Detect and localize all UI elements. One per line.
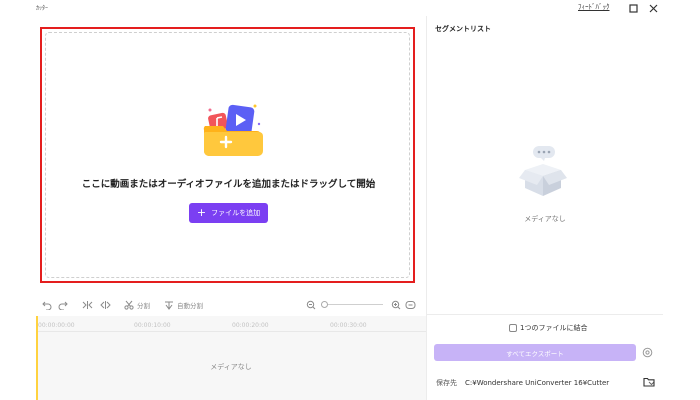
app-title: ｶｯﾀｰ bbox=[36, 5, 49, 12]
dropzone[interactable]: ここに動画またはオーディオファイルを追加またはドラッグして開始 + ファイルを追… bbox=[45, 32, 410, 278]
close-icon[interactable] bbox=[646, 1, 660, 15]
add-file-label: ファイルを追加 bbox=[211, 209, 261, 217]
playhead[interactable] bbox=[36, 316, 38, 400]
redo-icon[interactable] bbox=[58, 298, 68, 312]
timeline-tick: 00:00:00:00 bbox=[38, 322, 75, 329]
auto-split-icon bbox=[165, 301, 173, 310]
merge-option[interactable]: 1つのファイルに結合 bbox=[509, 323, 587, 333]
export-all-button[interactable]: すべてエクスポート bbox=[434, 344, 636, 361]
save-location-row: 保存先 C:¥Wondershare UniConverter 16¥Cutte… bbox=[436, 376, 658, 390]
save-path-value: C:¥Wondershare UniConverter 16¥Cutter bbox=[465, 379, 610, 387]
scissors-icon bbox=[124, 300, 134, 310]
divider bbox=[427, 314, 663, 315]
merge-checkbox[interactable] bbox=[509, 324, 517, 332]
save-location-label: 保存先 bbox=[436, 379, 457, 387]
zoom-in-icon[interactable] bbox=[391, 298, 401, 312]
merge-label: 1つのファイルに結合 bbox=[520, 324, 588, 332]
empty-box-icon bbox=[519, 146, 567, 196]
save-path-select[interactable]: C:¥Wondershare UniConverter 16¥Cutter bbox=[462, 376, 658, 390]
maximize-icon[interactable] bbox=[626, 1, 640, 15]
fit-icon[interactable] bbox=[405, 298, 416, 312]
auto-split-button[interactable]: 自動分割 bbox=[164, 298, 203, 312]
media-folder-icon bbox=[203, 104, 263, 156]
split-left-icon[interactable] bbox=[82, 298, 93, 312]
split-button[interactable]: 分割 bbox=[124, 298, 150, 312]
plus-icon: + bbox=[196, 206, 207, 219]
edit-toolbar: 分割 自動分割 bbox=[36, 297, 426, 313]
segment-empty-label: メディアなし bbox=[524, 215, 566, 223]
auto-split-label: 自動分割 bbox=[177, 302, 203, 310]
split-right-icon[interactable] bbox=[100, 298, 111, 312]
add-file-button[interactable]: + ファイルを追加 bbox=[189, 203, 268, 223]
undo-icon[interactable] bbox=[42, 298, 52, 312]
timeline-tick: 00:00:30:00 bbox=[330, 322, 367, 329]
zoom-slider[interactable] bbox=[321, 304, 383, 305]
segment-panel: セグメントリスト メディアなし 1つのファイルに結合 すべてエクスポート 保存先… bbox=[426, 16, 700, 400]
feedback-link[interactable]: ﾌｨｰﾄﾞﾊﾞｯｸ bbox=[578, 2, 610, 12]
timeline[interactable]: 00:00:00:00 00:00:10:00 00:00:20:00 00:0… bbox=[36, 316, 426, 400]
preview-panel: ここに動画またはオーディオファイルを追加またはドラッグして開始 + ファイルを追… bbox=[36, 22, 426, 292]
timeline-tick: 00:00:20:00 bbox=[232, 322, 269, 329]
dropzone-instruction: ここに動画またはオーディオファイルを追加またはドラッグして開始 bbox=[81, 179, 376, 190]
timeline-empty-label: メディアなし bbox=[210, 363, 252, 371]
split-label: 分割 bbox=[137, 302, 150, 310]
timeline-ruler bbox=[36, 331, 426, 332]
settings-icon[interactable] bbox=[641, 346, 653, 358]
dropzone-highlight: ここに動画またはオーディオファイルを追加またはドラッグして開始 + ファイルを追… bbox=[40, 27, 415, 283]
title-bar: ｶｯﾀｰ ﾌｨｰﾄﾞﾊﾞｯｸ bbox=[0, 0, 700, 16]
zoom-slider-handle[interactable] bbox=[321, 301, 328, 308]
segment-list-title: セグメントリスト bbox=[435, 25, 491, 33]
folder-icon[interactable] bbox=[642, 375, 656, 389]
timeline-tick: 00:00:10:00 bbox=[134, 322, 171, 329]
zoom-out-icon[interactable] bbox=[306, 298, 316, 312]
